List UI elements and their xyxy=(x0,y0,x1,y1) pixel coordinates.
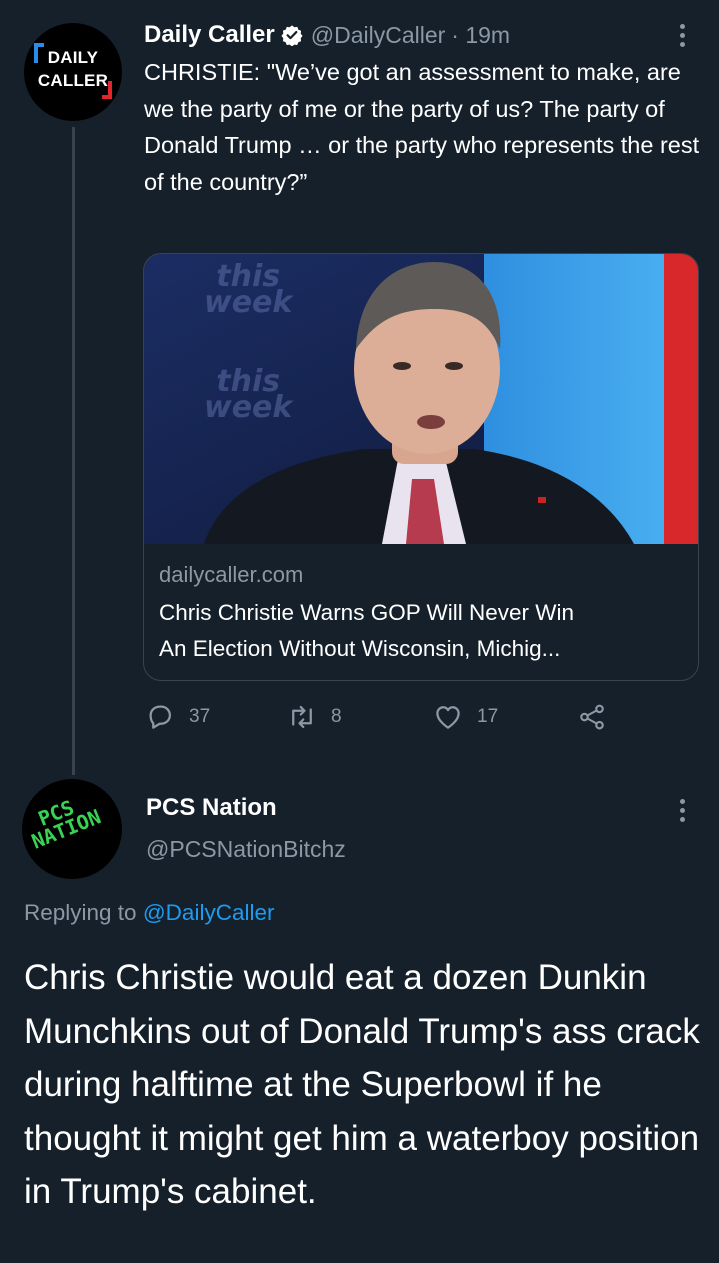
tweet2-text: Chris Christie would eat a dozen Dunkin … xyxy=(24,958,700,1211)
pcs-nation-avatar[interactable]: PCS NATION xyxy=(22,779,122,879)
author-name[interactable]: PCS Nation xyxy=(146,794,277,822)
more-icon[interactable] xyxy=(672,795,692,825)
reply-button[interactable]: 37 xyxy=(145,702,210,732)
replying-to-label: Replying to xyxy=(24,900,137,925)
daily-caller-avatar[interactable]: DAILY CALLER xyxy=(24,23,122,121)
retweet-count: 8 xyxy=(331,706,342,727)
tweet1-header: Daily Caller @DailyCaller · 19m xyxy=(144,18,510,52)
link-card[interactable]: this week this week dailycaller.com Chri… xyxy=(143,253,699,681)
card-image-watermark: this week xyxy=(204,364,293,425)
card-meta: dailycaller.com Chris Christie Warns GOP… xyxy=(159,560,689,667)
author-handle[interactable]: @PCSNationBitchz xyxy=(146,836,346,863)
share-button[interactable] xyxy=(577,702,621,732)
reply-count: 37 xyxy=(189,706,211,727)
replying-to-mention[interactable]: @DailyCaller xyxy=(143,900,275,925)
verified-badge-icon xyxy=(281,25,303,46)
retweet-button[interactable]: 8 xyxy=(287,702,342,732)
thread-connector-line xyxy=(72,127,75,775)
share-icon xyxy=(580,704,604,730)
replying-to: Replying to @DailyCaller xyxy=(24,900,274,926)
avatar-logo-line2: CALLER xyxy=(37,71,109,90)
card-image-watermark: this week xyxy=(204,259,293,320)
card-title-line1: Chris Christie Warns GOP Will Never Win xyxy=(159,600,575,625)
retweet-icon xyxy=(292,705,312,729)
tweet1-text: CHRISTIE: "We’ve got an assessment to ma… xyxy=(144,59,700,195)
reply-icon xyxy=(149,705,171,729)
avatar-logo-line1: DAILY xyxy=(47,48,99,67)
like-count: 17 xyxy=(477,706,499,727)
more-icon[interactable] xyxy=(672,20,692,50)
author-name[interactable]: Daily Caller xyxy=(144,21,275,49)
card-title-line2: An Election Without Wisconsin, Michig... xyxy=(159,636,561,661)
like-button[interactable]: 17 xyxy=(433,702,498,732)
like-icon xyxy=(436,706,460,729)
card-domain: dailycaller.com xyxy=(159,562,304,587)
tweet-timestamp[interactable]: · 19m xyxy=(451,22,510,49)
author-handle[interactable]: @DailyCaller xyxy=(311,22,446,49)
